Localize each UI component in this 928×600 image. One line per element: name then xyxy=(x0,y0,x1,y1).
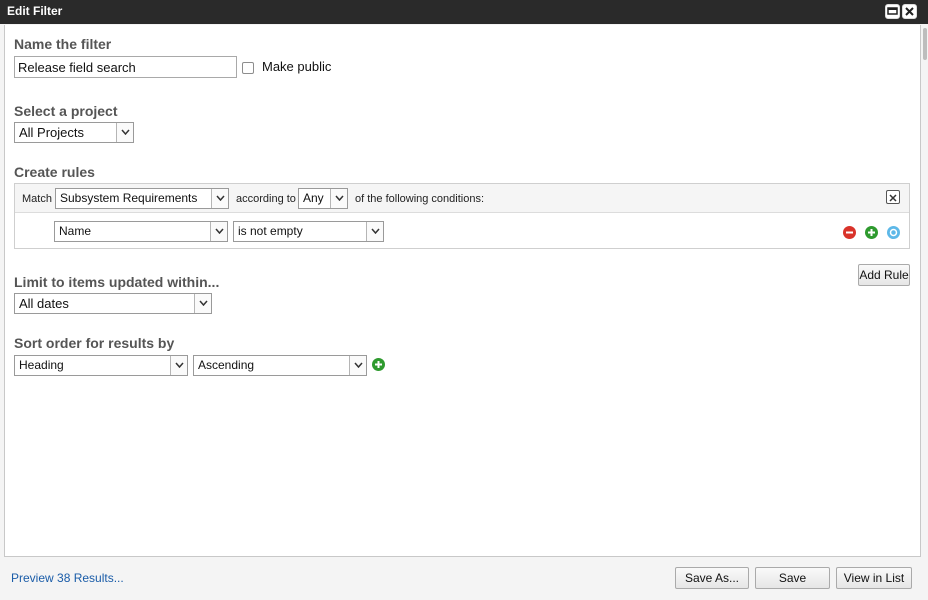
add-condition-icon[interactable] xyxy=(865,226,878,239)
date-limit-select[interactable]: All dates xyxy=(14,293,212,314)
sort-section-label: Sort order for results by xyxy=(14,335,175,351)
project-select-value: All Projects xyxy=(19,125,85,140)
add-sort-icon[interactable] xyxy=(372,358,385,371)
rule-operator-select[interactable]: is not empty xyxy=(233,221,384,242)
save-button[interactable]: Save xyxy=(755,567,830,589)
date-limit-value: All dates xyxy=(19,296,69,311)
project-section-label: Select a project xyxy=(14,103,118,119)
rules-section-label: Create rules xyxy=(14,164,95,180)
chevron-down-icon xyxy=(349,356,366,375)
remove-rules-icon[interactable] xyxy=(886,190,900,204)
view-in-list-button[interactable]: View in List xyxy=(836,567,912,589)
scrollbar-track[interactable] xyxy=(921,25,928,557)
any-all-value: Any xyxy=(303,191,324,205)
minimize-icon[interactable] xyxy=(885,4,900,19)
rule-operator-value: is not empty xyxy=(238,224,303,238)
chevron-down-icon xyxy=(330,189,347,208)
project-select[interactable]: All Projects xyxy=(14,122,134,143)
chevron-down-icon xyxy=(194,294,211,313)
rule-field-value: Name xyxy=(59,224,92,238)
chevron-down-icon xyxy=(211,189,228,208)
make-public-checkbox[interactable] xyxy=(242,62,254,74)
scrollbar-thumb[interactable] xyxy=(923,28,927,60)
sub-condition-icon[interactable] xyxy=(887,226,900,239)
rules-header: Match Subsystem Requirements according t… xyxy=(15,184,909,213)
sort-order-select[interactable]: Ascending xyxy=(193,355,367,376)
according-to-label: according to xyxy=(236,193,296,205)
name-section-label: Name the filter xyxy=(14,36,112,52)
sort-field-value: Heading xyxy=(19,358,64,372)
chevron-down-icon xyxy=(170,356,187,375)
rule-field-select[interactable]: Name xyxy=(54,221,228,242)
save-as-button[interactable]: Save As... xyxy=(675,567,749,589)
chevron-down-icon xyxy=(116,123,133,142)
dialog-content xyxy=(4,25,921,557)
chevron-down-icon xyxy=(366,222,383,241)
sort-order-value: Ascending xyxy=(198,358,255,372)
conditions-label: of the following conditions: xyxy=(355,193,485,205)
dialog-title: Edit Filter xyxy=(7,4,63,18)
rules-box: Match Subsystem Requirements according t… xyxy=(14,183,910,249)
any-all-select[interactable]: Any xyxy=(298,188,348,209)
chevron-down-icon xyxy=(210,222,227,241)
match-type-value: Subsystem Requirements xyxy=(60,191,198,205)
sort-field-select[interactable]: Heading xyxy=(14,355,188,376)
close-icon[interactable] xyxy=(902,4,917,19)
remove-condition-icon[interactable] xyxy=(843,226,856,239)
preview-results-link[interactable]: Preview 38 Results... xyxy=(11,571,124,585)
match-label: Match xyxy=(22,193,52,205)
add-rule-button[interactable]: Add Rule xyxy=(858,264,910,286)
limit-section-label: Limit to items updated within... xyxy=(14,274,220,290)
edit-filter-dialog: Edit Filter Name the filter Make public … xyxy=(0,0,928,600)
dialog-titlebar[interactable]: Edit Filter xyxy=(0,0,928,24)
make-public-label: Make public xyxy=(262,59,332,74)
match-type-select[interactable]: Subsystem Requirements xyxy=(55,188,229,209)
filter-name-input[interactable] xyxy=(14,56,237,78)
